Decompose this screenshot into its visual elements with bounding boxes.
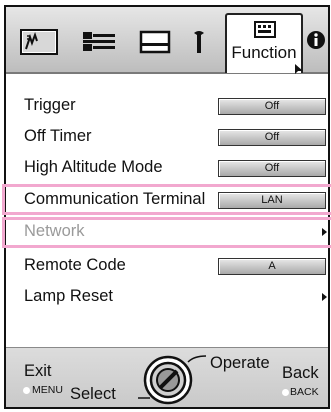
sliders-icon: [83, 32, 115, 51]
function-keyboard-icon: [254, 21, 276, 38]
menu-item-trigger[interactable]: Trigger Off: [6, 91, 328, 121]
menu-item-value: Off: [218, 129, 326, 146]
select-dial-icon: [138, 355, 206, 405]
tab-setting[interactable]: [190, 29, 208, 55]
projector-osd-menu: Function Trigger Off Off Timer Off High …: [2, 5, 331, 409]
cursor-pointer-icon: [295, 64, 303, 74]
tab-function[interactable]: Function: [225, 13, 303, 74]
menu-item-label: High Altitude Mode: [24, 158, 163, 176]
exit-label: Exit: [24, 362, 52, 380]
menu-item-value: Off: [218, 98, 326, 115]
tab-information[interactable]: [306, 29, 326, 51]
tab-picture[interactable]: [20, 29, 58, 55]
operate-label: Operate: [210, 354, 270, 372]
menu-item-communication-terminal[interactable]: Communication Terminal LAN: [6, 185, 328, 215]
menu-item-label: Lamp Reset: [24, 287, 113, 305]
menu-item-network[interactable]: Network: [6, 217, 328, 247]
submenu-arrow-icon: [322, 228, 327, 236]
menu-item-label: Network: [24, 222, 85, 240]
screen-icon: [139, 30, 171, 54]
operation-guide-footer: Exit MENU Select Operate Back BACK: [6, 347, 328, 407]
wrench-icon: [194, 31, 204, 53]
menu-item-label: Communication Terminal: [24, 190, 206, 208]
menu-item-value: A: [218, 258, 326, 275]
back-key-dot-icon: [282, 389, 289, 396]
menu-item-high-altitude-mode[interactable]: High Altitude Mode Off: [6, 153, 328, 183]
back-key-label: BACK: [290, 386, 319, 398]
menu-item-label: Off Timer: [24, 127, 92, 145]
menu-key-label: MENU: [32, 384, 63, 396]
menu-item-value: Off: [218, 160, 326, 177]
menu-item-label: Remote Code: [24, 256, 126, 274]
menu-item-remote-code[interactable]: Remote Code A: [6, 251, 328, 281]
tab-screen[interactable]: [139, 29, 171, 55]
info-icon: [307, 31, 325, 49]
image-adjust-icon: [20, 29, 58, 55]
submenu-arrow-icon: [322, 293, 327, 301]
select-label: Select: [70, 385, 116, 403]
tab-function-label: Function: [231, 43, 297, 62]
menu-key-dot-icon: [23, 387, 30, 394]
menu-item-lamp-reset[interactable]: Lamp Reset: [6, 282, 328, 312]
menu-item-value: LAN: [218, 192, 326, 209]
menu-item-off-timer[interactable]: Off Timer Off: [6, 122, 328, 152]
back-label: Back: [282, 364, 319, 382]
tab-input[interactable]: [81, 29, 117, 55]
menu-tab-bar: Function: [6, 7, 328, 74]
menu-item-label: Trigger: [24, 96, 76, 114]
